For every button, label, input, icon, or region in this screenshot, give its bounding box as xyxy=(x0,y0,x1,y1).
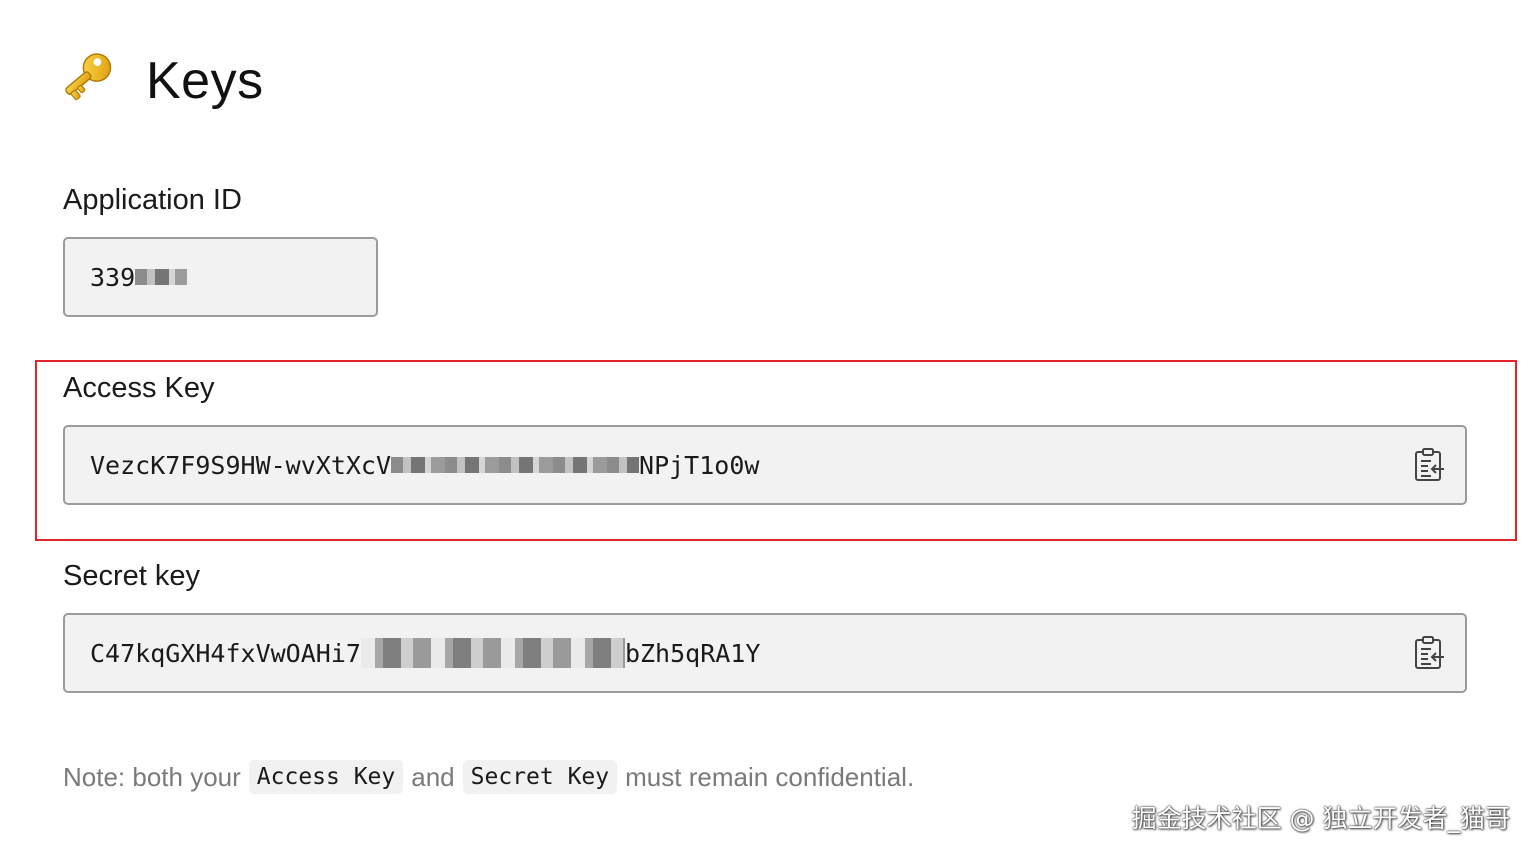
redacted-blur xyxy=(391,457,640,473)
secret-key-field[interactable]: C47kqGXH4fxVwOAHi7 bZh5qRA1Y xyxy=(63,613,1467,693)
secret-key-value: C47kqGXH4fxVwOAHi7 bZh5qRA1Y xyxy=(65,638,760,668)
key-icon xyxy=(62,50,124,112)
note-prefix: Note: both your xyxy=(63,761,241,792)
note-middle: and xyxy=(411,761,455,792)
access-key-prefix: VezcK7F9S9HW-wvXtXcV xyxy=(90,450,392,480)
access-key-value: VezcK7F9S9HW-wvXtXcV NPjT1o0w xyxy=(65,451,759,480)
application-id-field[interactable]: 339 xyxy=(63,237,378,317)
redacted-blur xyxy=(135,269,188,285)
note-code-access-key: Access Key xyxy=(248,760,404,794)
secret-key-suffix: bZh5qRA1Y xyxy=(624,638,761,668)
clipboard-copy-icon[interactable] xyxy=(1413,635,1445,671)
confidentiality-note: Note: both your Access Key and Secret Ke… xyxy=(63,760,914,794)
note-suffix: must remain confidential. xyxy=(625,761,915,792)
page-header: Keys xyxy=(62,44,264,118)
clipboard-copy-icon[interactable] xyxy=(1413,447,1445,483)
secret-key-prefix: C47kqGXH4fxVwOAHi7 xyxy=(90,638,361,668)
secret-key-label: Secret key xyxy=(63,560,200,592)
access-key-suffix: NPjT1o0w xyxy=(639,450,760,480)
application-id-label: Application ID xyxy=(63,184,242,216)
note-code-secret-key: Secret Key xyxy=(462,760,618,794)
redacted-blur xyxy=(360,638,625,668)
page-title: Keys xyxy=(146,52,264,110)
access-key-field[interactable]: VezcK7F9S9HW-wvXtXcV NPjT1o0w xyxy=(63,425,1467,505)
watermark: 掘金技术社区 @ 独立开发者_猫哥 xyxy=(1131,804,1510,833)
access-key-label: Access Key xyxy=(63,372,215,404)
application-id-value: 339 xyxy=(65,262,188,292)
application-id-visible-part: 339 xyxy=(90,262,136,292)
